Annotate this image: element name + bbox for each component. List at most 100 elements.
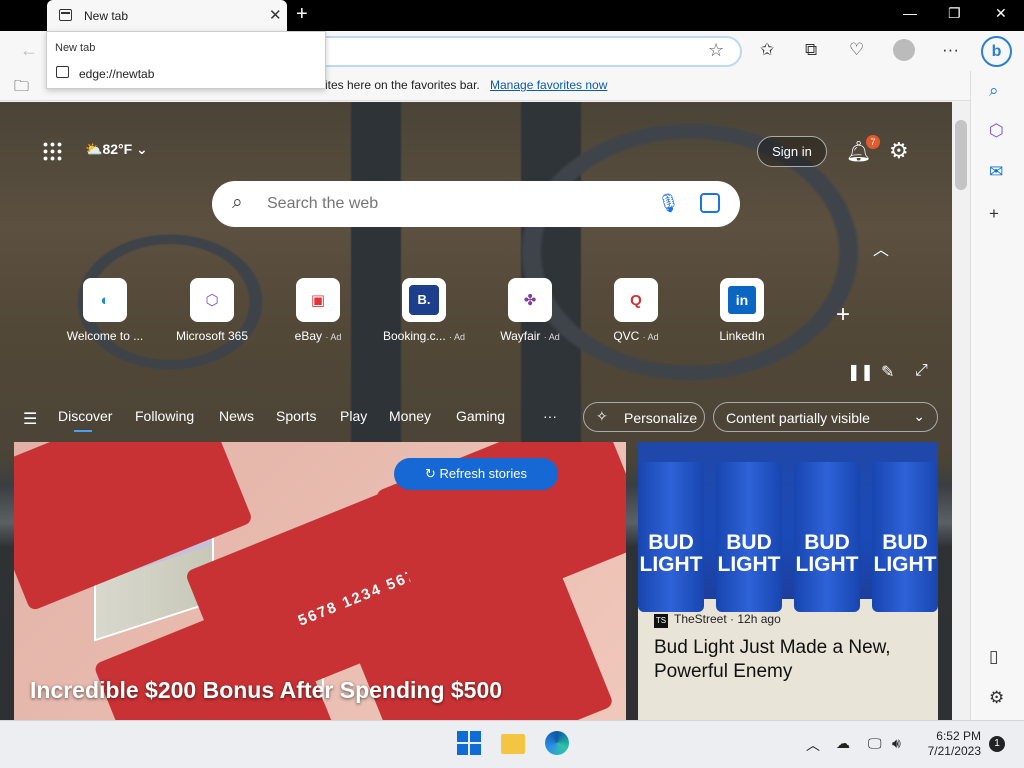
quick-link-label: Welcome to ... — [66, 329, 144, 343]
chevron-up-icon[interactable]: ︿ — [806, 735, 820, 755]
edge-taskbar-icon[interactable] — [545, 731, 569, 755]
tab-play[interactable]: Play — [340, 408, 367, 424]
quick-link-edge[interactable]: ◐ Welcome to ... — [55, 278, 155, 343]
tab-news[interactable]: News — [219, 408, 254, 424]
back-arrow-icon[interactable]: ← — [20, 40, 38, 61]
qvc-icon: Q — [614, 278, 658, 322]
refresh-stories-button[interactable]: ↻ Refresh stories — [394, 458, 558, 490]
quick-link-label: Microsoft 365 — [175, 329, 249, 343]
file-explorer-icon[interactable] — [501, 734, 525, 754]
edge-icon: ◐ — [83, 278, 127, 322]
system-clock[interactable]: 6:52 PM 7/21/2023 — [918, 729, 981, 759]
ad-label: · Ad — [543, 332, 560, 342]
search-box[interactable]: ⌕ 🎙︎ — [212, 181, 740, 227]
add-sidebar-app-icon[interactable]: + — [989, 204, 999, 224]
volume-icon[interactable]: 🔊︎ — [892, 735, 901, 752]
quick-link-ebay[interactable]: ▣ eBay · Ad — [268, 278, 368, 343]
ad-label: · Ad — [449, 332, 466, 342]
network-icon[interactable]: 🖵 — [868, 735, 882, 752]
edit-background-icon[interactable]: ✎ — [881, 362, 894, 382]
tab-close-icon[interactable]: ✕ — [269, 6, 282, 24]
clock-time: 6:52 PM — [936, 729, 981, 743]
collapse-chevron-icon[interactable]: ︿ — [873, 236, 889, 260]
favorites-icon[interactable]: ✩ — [760, 40, 774, 60]
add-site-icon[interactable]: + — [836, 301, 850, 329]
collections-icon[interactable]: ⧉ — [805, 40, 817, 60]
quick-link-label: LinkedIn — [719, 329, 765, 343]
personalize-label: Personalize — [624, 410, 698, 426]
favorite-star-icon[interactable]: ☆ — [708, 40, 724, 61]
weather-temp: 82°F — [102, 141, 133, 157]
restore-button[interactable]: ❐ — [948, 5, 961, 22]
quick-link-label: Booking.c... — [382, 329, 446, 343]
notification-count-badge[interactable]: 1 — [989, 736, 1005, 752]
folder-icon[interactable]: 🗀 — [14, 76, 29, 101]
close-window-button[interactable]: ✕ — [995, 5, 1007, 22]
m365-icon: ⬡ — [190, 278, 234, 322]
feed-menu-icon[interactable]: ☰ — [23, 409, 37, 429]
sign-in-button[interactable]: Sign in — [757, 136, 827, 167]
clock-date: 7/21/2023 — [927, 744, 981, 758]
m365-icon[interactable]: ⬡ — [989, 121, 1004, 141]
search-icon[interactable]: ⌕ — [989, 81, 999, 101]
wayfair-icon: ✤ — [508, 278, 552, 322]
sidebar-settings-icon[interactable]: ⚙ — [989, 688, 1004, 708]
manage-favorites-link[interactable]: Manage favorites now — [490, 78, 607, 92]
content-visibility-dropdown[interactable]: Content partially visible ⌄ — [713, 402, 938, 432]
notification-badge: 7 — [866, 135, 880, 149]
can-image: BUD LIGHT — [716, 462, 782, 612]
booking-icon: B. — [409, 285, 439, 315]
profile-avatar[interactable] — [893, 39, 915, 61]
search-input[interactable] — [267, 192, 647, 216]
microphone-icon[interactable]: 🎙︎ — [657, 193, 680, 214]
quick-link-qvc[interactable]: Q QVC · Ad — [586, 278, 686, 343]
outlook-icon[interactable]: ✉ — [989, 162, 1003, 182]
visual-search-icon[interactable] — [700, 193, 720, 213]
windows-start-icon[interactable] — [457, 731, 481, 755]
more-options-icon[interactable]: ··· — [942, 40, 959, 60]
expand-icon[interactable]: ⤢ — [915, 362, 928, 380]
tab-following[interactable]: Following — [135, 408, 194, 424]
onedrive-offline-icon[interactable]: ☁ — [836, 735, 850, 752]
app-launcher-icon[interactable] — [42, 141, 62, 161]
tab-sports[interactable]: Sports — [276, 408, 316, 424]
pause-icon[interactable]: ❚❚ — [847, 362, 874, 382]
quick-link-booking[interactable]: B. Booking.c... · Ad — [374, 278, 474, 343]
minimize-button[interactable]: — — [903, 5, 917, 21]
quick-link-linkedin[interactable]: in LinkedIn — [692, 278, 792, 343]
story-headline[interactable]: Bud Light Just Made a New, Powerful Enem… — [654, 636, 924, 684]
chevron-down-icon: ⌄ — [913, 408, 925, 424]
bing-copilot-icon[interactable]: b — [981, 36, 1012, 67]
tooltip-title: New tab — [55, 42, 96, 54]
new-tab-button[interactable]: + — [296, 3, 308, 26]
tab-new-tab[interactable]: New tab ✕ — [47, 0, 287, 31]
quick-link-label: eBay — [294, 329, 322, 343]
settings-gear-icon[interactable]: ⚙ — [889, 138, 909, 164]
story-card-budlight[interactable]: BUD LIGHT BUD LIGHT BUD LIGHT BUD LIGHT … — [638, 442, 938, 722]
browser-essentials-icon[interactable]: ♡ — [849, 40, 864, 60]
edge-sidebar: ⌕ ⬡ ✉ + ▯ ⚙ — [970, 71, 1024, 720]
tab-hover-tooltip: New tab edge://newtab — [46, 31, 326, 89]
scrollbar-thumb[interactable] — [955, 120, 967, 190]
page-scrollbar[interactable] — [952, 102, 970, 720]
tab-money[interactable]: Money — [389, 408, 431, 424]
personalize-button[interactable]: ✧ Personalize — [583, 402, 705, 432]
cloud-sun-icon: ⛅ — [85, 141, 103, 157]
quick-link-m365[interactable]: ⬡ Microsoft 365 — [162, 278, 262, 343]
tab-discover[interactable]: Discover — [58, 408, 112, 424]
ad-label: · Ad — [325, 332, 342, 342]
story-age: · 12h ago — [730, 612, 781, 626]
quick-link-wayfair[interactable]: ✤ Wayfair · Ad — [480, 278, 580, 343]
tab-gaming[interactable]: Gaming — [456, 408, 505, 424]
content-visibility-label: Content partially visible — [726, 410, 870, 426]
weather-widget[interactable]: ⛅82°F ⌄ — [85, 141, 148, 158]
story-headline[interactable]: Incredible $200 Bonus After Spending $50… — [30, 677, 502, 704]
more-tabs-button[interactable]: ··· — [543, 408, 557, 424]
source-name: TheStreet — [674, 612, 727, 626]
quick-link-label: QVC — [613, 329, 640, 343]
favorites-message: ites here on the favorites bar. — [325, 78, 480, 92]
address-bar[interactable] — [300, 36, 742, 67]
refresh-icon: ↻ — [425, 466, 440, 481]
sidebar-panel-icon[interactable]: ▯ — [989, 647, 998, 667]
tab-title: New tab — [84, 9, 129, 23]
